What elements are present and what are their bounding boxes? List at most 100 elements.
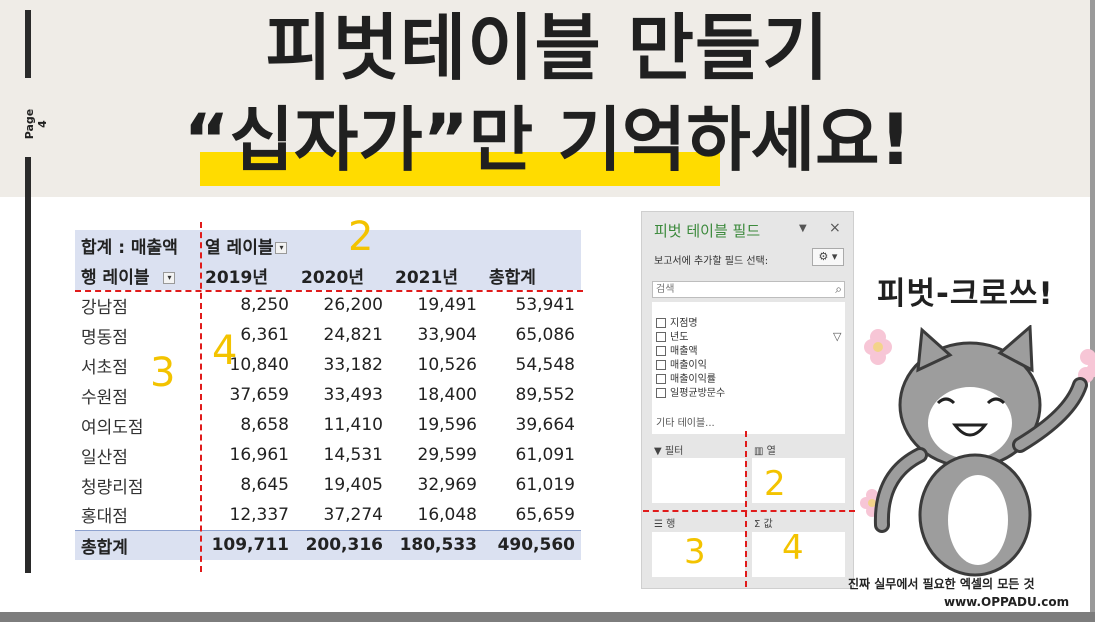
year-header: 2019년	[199, 260, 295, 290]
grand-total-header: 총합계	[483, 260, 581, 290]
other-tables-link[interactable]: 기타 테이블...	[656, 414, 715, 429]
cell-value: 65,659	[515, 504, 575, 525]
grand-total-label: 총합계	[75, 529, 199, 560]
cell-value: 26,200	[323, 295, 383, 315]
sigma-icon: Σ	[754, 519, 764, 530]
cell-value: 8,645	[240, 475, 289, 495]
pane-vertical-guide-line	[745, 431, 747, 587]
search-input[interactable]: 검색 ⌕	[652, 281, 845, 298]
cell-value: 37,274	[323, 504, 383, 525]
flower-icon	[864, 329, 892, 365]
checkbox-icon[interactable]	[656, 318, 666, 328]
row-name: 서초점	[81, 357, 128, 378]
filter-icon: ▽	[833, 330, 842, 343]
annotation-value-number: 4	[212, 328, 238, 374]
cell-value: 65,086	[515, 325, 575, 345]
cell-value: 33,904	[417, 325, 477, 345]
total-value: 490,560	[483, 529, 581, 560]
row-name: 청량리점	[81, 477, 144, 498]
columns-icon: ▥	[754, 446, 767, 457]
values-area-label: Σ 값	[754, 515, 773, 530]
field-item[interactable]: 매출이익	[656, 356, 707, 371]
pivot-header-row-2: 행 레이블 ▾ 2019년 2020년 2021년 총합계	[75, 260, 581, 290]
rows-area-label: ☰ 행	[654, 515, 675, 530]
pivot-vertical-guide-line	[200, 222, 202, 572]
column-label-cell: 열 레이블 ▾	[199, 230, 581, 260]
checkbox-icon[interactable]	[656, 388, 666, 398]
cell-value: 61,019	[515, 475, 575, 495]
table-row: 명동점 6,361 24,821 33,904 65,086	[75, 320, 581, 350]
table-row: 일산점 16,961 14,531 29,599 61,091	[75, 440, 581, 470]
cell-value: 33,493	[323, 385, 383, 405]
table-row: 홍대점 12,337 37,274 16,048 65,659	[75, 500, 581, 530]
values-label: 값	[763, 519, 773, 530]
checkbox-icon[interactable]	[656, 374, 666, 384]
cell-value: 18,400	[417, 385, 477, 405]
filter-area-label: ▼ 필터	[654, 442, 683, 457]
columns-area-label: ▥ 열	[754, 442, 776, 457]
footer-tagline: 진짜 실무에서 필요한 엑셀의 모든 것	[848, 577, 1035, 591]
field-item[interactable]: 매출액	[656, 342, 698, 357]
checkbox-icon[interactable]	[656, 360, 666, 370]
column-label: 열 레이블	[205, 237, 274, 258]
title-line-2-wrap: “십자가”만 기억하세요!	[0, 98, 1095, 201]
cell-value: 16,048	[417, 504, 477, 525]
checkbox-icon[interactable]	[656, 332, 666, 342]
cell-value: 39,664	[515, 415, 575, 435]
cell-value: 12,337	[229, 504, 289, 525]
row-name: 홍대점	[81, 507, 128, 528]
pane-rows-number: 3	[684, 532, 706, 572]
filter-icon: ▼	[654, 446, 665, 457]
table-row: 청량리점 8,645 19,405 32,969 61,019	[75, 470, 581, 500]
cell-value: 19,596	[417, 415, 477, 435]
row-name: 일산점	[81, 447, 128, 468]
pane-columns-number: 2	[764, 464, 786, 504]
cell-value: 19,491	[417, 295, 477, 315]
cell-value: 89,552	[515, 385, 575, 405]
row-name: 강남점	[81, 297, 128, 318]
field-item[interactable]: 년도	[656, 328, 688, 343]
cell-value: 8,658	[240, 415, 289, 435]
columns-label: 열	[766, 446, 776, 457]
cell-value: 54,548	[515, 355, 575, 375]
field-item[interactable]: 일평균방문수	[656, 384, 725, 399]
field-item[interactable]: 지점명	[656, 314, 698, 329]
rows-icon: ☰	[654, 519, 667, 530]
field-list: 지점명 년도 ▽ 매출액 매출이익 매출이익률 일평균방문수 기타 테이블...	[652, 302, 845, 434]
rows-label: 행	[666, 519, 676, 530]
filter-label: 필터	[664, 446, 684, 457]
column-filter-dropdown-icon[interactable]: ▾	[275, 241, 288, 254]
search-icon: ⌕	[835, 282, 842, 296]
pane-title: 피벗 테이블 필드	[654, 222, 761, 240]
bottom-band	[0, 612, 1095, 622]
grand-total-row: 총합계 109,711 200,316 180,533 490,560	[75, 529, 581, 560]
side-bar-bottom	[25, 157, 31, 573]
close-icon[interactable]: ×	[829, 220, 841, 236]
total-value: 200,316	[295, 529, 389, 560]
cell-value: 29,599	[417, 445, 477, 465]
title-line-1: 피벗테이블 만들기	[265, 6, 830, 90]
pivot-horizontal-guide-line	[75, 290, 583, 292]
pane-subtitle: 보고서에 추가할 필드 선택:	[654, 256, 769, 267]
title-line-2: “십자가”만 기억하세요!	[183, 99, 912, 181]
pane-options-arrow-icon[interactable]: ▼	[799, 223, 807, 234]
pane-values-number: 4	[782, 528, 804, 568]
table-row: 여의도점 8,658 11,410 19,596 39,664	[75, 410, 581, 440]
filter-drop-area[interactable]	[652, 458, 745, 503]
gear-icon[interactable]: ⚙ ▾	[812, 248, 844, 266]
row-name: 여의도점	[81, 417, 144, 438]
search-placeholder: 검색	[656, 284, 675, 295]
cell-value: 37,659	[229, 385, 289, 405]
field-item[interactable]: 매출이익률	[656, 370, 716, 385]
pivot-header-row-1: 합계 : 매출액 열 레이블 ▾	[75, 230, 581, 260]
cat-illustration	[860, 325, 1095, 577]
total-value: 109,711	[199, 529, 295, 560]
row-filter-dropdown-icon[interactable]: ▾	[163, 271, 176, 284]
cell-value: 32,969	[417, 475, 477, 495]
cell-value: 10,526	[417, 355, 477, 375]
row-name: 명동점	[81, 327, 128, 348]
checkbox-icon[interactable]	[656, 346, 666, 356]
table-row: 강남점 8,250 26,200 19,491 53,941	[75, 290, 581, 320]
year-header: 2020년	[295, 260, 389, 290]
cell-value: 19,405	[323, 475, 383, 495]
